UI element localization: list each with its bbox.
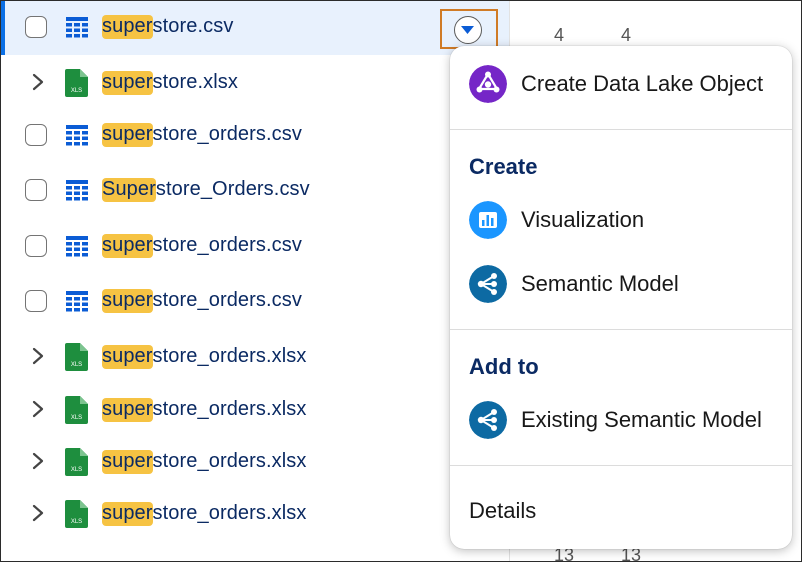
menu-item-label: Visualization	[521, 207, 645, 232]
menu-section-heading-add-to: Add to	[469, 354, 539, 379]
xls-file-icon: XLS	[65, 396, 88, 424]
search-highlight: super	[102, 502, 153, 526]
file-name[interactable]: superstore_orders.xlsx	[102, 502, 307, 526]
file-name[interactable]: superstore_orders.csv	[102, 123, 302, 147]
menu-item-details[interactable]: Details	[450, 485, 792, 537]
file-name-rest: store_orders.xlsx	[152, 345, 307, 367]
menu-item-label: Semantic Model	[521, 271, 679, 296]
file-row[interactable]: superstore_orders.csv	[1, 275, 509, 329]
menu-divider	[450, 465, 792, 466]
menu-item-visualization[interactable]: Visualization	[450, 194, 792, 246]
csv-file-icon	[66, 236, 88, 257]
search-highlight: super	[102, 71, 153, 95]
xls-icon-text: XLS	[71, 467, 82, 473]
row-checkbox[interactable]	[25, 179, 47, 201]
search-highlight: Super	[102, 178, 156, 202]
file-list: superstore.csv XLS superstore.xlsx super…	[1, 1, 509, 561]
search-highlight: super	[102, 289, 153, 313]
menu-item-existing-semantic-model[interactable]: Existing Semantic Model	[450, 394, 792, 446]
file-name-rest: store_orders.xlsx	[152, 502, 307, 524]
xls-icon-text: XLS	[71, 415, 82, 421]
row-checkbox[interactable]	[25, 16, 47, 38]
file-name-rest: store.csv	[152, 15, 234, 37]
row-checkbox[interactable]	[25, 124, 47, 146]
file-row[interactable]: XLS superstore_orders.xlsx	[1, 384, 509, 438]
xls-file-icon: XLS	[65, 500, 88, 528]
row-actions-menu: Create Data Lake Object Create Visualiza…	[450, 46, 792, 549]
search-highlight: super	[102, 345, 153, 369]
file-name[interactable]: superstore.xlsx	[102, 71, 238, 95]
chevron-right-icon[interactable]	[29, 399, 47, 419]
file-name[interactable]: superstore.csv	[102, 15, 234, 39]
search-highlight: super	[102, 123, 153, 147]
file-name-rest: store_orders.csv	[152, 234, 302, 256]
menu-item-label: Create Data Lake Object	[521, 71, 764, 96]
csv-file-icon	[66, 17, 88, 38]
chevron-right-icon[interactable]	[29, 72, 47, 92]
screenshot-frame: superstore.csv XLS superstore.xlsx super…	[0, 0, 802, 562]
xls-file-icon: XLS	[65, 343, 88, 371]
file-name-rest: store_orders.csv	[152, 123, 302, 145]
file-name[interactable]: superstore_orders.xlsx	[102, 345, 307, 369]
file-name-rest: store.xlsx	[152, 71, 238, 93]
row-checkbox[interactable]	[25, 235, 47, 257]
file-name[interactable]: superstore_orders.csv	[102, 234, 302, 258]
menu-section-heading-create: Create	[469, 154, 538, 179]
semantic-model-icon	[469, 265, 507, 303]
file-row-selected[interactable]: superstore.csv	[1, 1, 509, 55]
chevron-right-icon[interactable]	[29, 346, 47, 366]
semantic-model-icon	[469, 401, 507, 439]
grid-value: 4	[554, 25, 565, 45]
visualization-icon	[469, 201, 507, 239]
file-name[interactable]: Superstore_Orders.csv	[102, 178, 310, 202]
xls-file-icon: XLS	[65, 448, 88, 476]
file-name-rest: store_orders.csv	[152, 289, 302, 311]
csv-file-icon	[66, 180, 88, 201]
file-name[interactable]: superstore_orders.xlsx	[102, 398, 307, 422]
menu-item-label: Details	[469, 498, 537, 523]
data-lake-object-icon	[469, 65, 507, 103]
row-actions-focus-outline	[440, 9, 498, 49]
xls-icon-text: XLS	[71, 88, 82, 94]
caret-down-icon	[461, 26, 474, 34]
row-actions-dropdown-button[interactable]	[454, 16, 482, 44]
xls-file-icon: XLS	[65, 69, 88, 97]
file-row[interactable]: superstore_orders.csv	[1, 220, 509, 274]
search-highlight: super	[102, 398, 153, 422]
file-row[interactable]: superstore_orders.csv	[1, 109, 509, 163]
menu-divider	[450, 129, 792, 130]
xls-icon-text: XLS	[71, 519, 82, 525]
menu-divider	[450, 329, 792, 330]
menu-item-label: Existing Semantic Model	[521, 407, 762, 432]
file-row[interactable]: XLS superstore_orders.xlsx	[1, 436, 509, 490]
file-row[interactable]: XLS superstore_orders.xlsx	[1, 488, 509, 542]
search-highlight: super	[102, 234, 153, 258]
search-highlight: super	[102, 450, 153, 474]
row-checkbox[interactable]	[25, 290, 47, 312]
file-name[interactable]: superstore_orders.csv	[102, 289, 302, 313]
file-row[interactable]: Superstore_Orders.csv	[1, 164, 509, 218]
menu-item-semantic-model[interactable]: Semantic Model	[450, 258, 792, 310]
file-name-rest: store_orders.xlsx	[152, 450, 307, 472]
grid-value: 4	[621, 25, 632, 45]
file-name[interactable]: superstore_orders.xlsx	[102, 450, 307, 474]
chevron-right-icon[interactable]	[29, 503, 47, 523]
file-row[interactable]: XLS superstore.xlsx	[1, 57, 509, 111]
chevron-right-icon[interactable]	[29, 451, 47, 471]
file-name-rest: store_orders.xlsx	[152, 398, 307, 420]
xls-icon-text: XLS	[71, 362, 82, 368]
csv-file-icon	[66, 125, 88, 146]
csv-file-icon	[66, 291, 88, 312]
menu-item-create-data-lake-object[interactable]: Create Data Lake Object	[450, 58, 792, 110]
search-highlight: super	[102, 15, 153, 39]
file-name-rest: store_Orders.csv	[155, 178, 310, 200]
file-row[interactable]: XLS superstore_orders.xlsx	[1, 331, 509, 385]
